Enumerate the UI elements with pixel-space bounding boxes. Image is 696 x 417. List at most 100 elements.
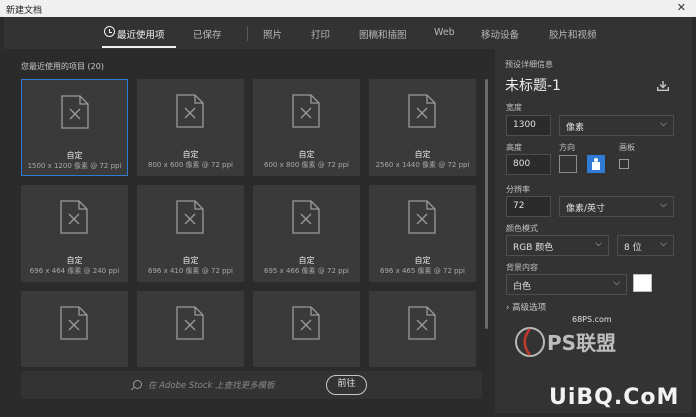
preset-card[interactable]: 自定 2560 x 1440 像素 @ 72 ppi [369,79,476,176]
go-button[interactable]: 前往 [326,375,367,395]
chevron-down-icon: ⌵ [660,119,667,129]
grid-scroll-thumb[interactable] [485,79,488,329]
color-mode-select[interactable]: RGB 颜色 ⌵ [506,235,609,256]
recent-heading: 您最近使用的项目 (20) [21,61,104,72]
document-icon [292,94,320,128]
document-icon [408,94,436,128]
preset-card-spec: 2560 x 1440 像素 @ 72 ppi [375,161,470,169]
width-label: 宽度 [506,103,522,112]
preset-card[interactable] [21,291,128,367]
save-preset-icon[interactable] [657,81,669,91]
preset-card-name: 自定 [66,151,83,160]
tab-print[interactable]: 打印 [311,27,330,41]
chevron-down-icon: ⌵ [660,200,667,210]
preset-heading: 预设详细信息 [505,60,553,69]
recent-items-panel: 您最近使用的项目 (20) 自定 1500 x 1200 像素 @ 72 ppi… [4,49,492,413]
preset-card[interactable]: 自定 696 x 465 像素 @ 72 ppi [369,185,476,282]
document-icon [176,94,204,128]
orientation-label: 方向 [559,143,575,152]
bit-depth-value: 8 位 [624,243,642,253]
recent-heading-label: 您最近使用的项目 [21,62,85,71]
preset-card-name: 自定 [182,150,199,159]
watermark-logo-icon [515,327,545,357]
bit-depth-select[interactable]: 8 位 ⌵ [617,235,674,256]
tab-art-illustration[interactable]: 图稿和插图 [359,27,407,41]
resolution-label: 分辨率 [506,185,530,194]
document-icon [292,200,320,234]
resolution-unit-select[interactable]: 像素/英寸 ⌵ [559,196,674,217]
resolution-input[interactable]: 72 [506,196,551,217]
document-icon [408,200,436,234]
preset-card-name: 自定 [414,256,431,265]
category-tabs: 最近使用项 已保存 照片 打印 图稿和插图 Web 移动设备 胶片和视频 [0,17,696,49]
chevron-down-icon: ⌵ [660,239,667,249]
window-title: 新建文档 [6,6,43,16]
landscape-orientation-button[interactable] [587,155,605,173]
tab-saved[interactable]: 已保存 [193,27,222,41]
document-icon [176,200,204,234]
resolution-unit-value: 像素/英寸 [566,204,606,214]
preset-card-spec: 695 x 466 像素 @ 72 ppi [264,267,349,275]
tab-recent[interactable]: 最近使用项 [117,27,165,41]
preset-card-spec: 1500 x 1200 像素 @ 72 ppi [27,162,122,170]
preset-card[interactable]: 自定 695 x 466 像素 @ 72 ppi [253,185,360,282]
recent-count: (20) [87,62,104,71]
width-unit-select[interactable]: 像素 ⌵ [559,115,674,136]
window-titlebar: 新建文档 ✕ [0,0,696,17]
color-mode-value: RGB 颜色 [513,243,554,253]
advanced-options-toggle[interactable]: › 高级选项 [506,301,546,313]
background-select[interactable]: 白色 ⌵ [506,274,627,295]
preset-card-spec: 600 x 800 像素 @ 72 ppi [264,161,349,169]
background-label: 背景内容 [506,263,538,272]
document-icon [176,306,204,340]
tab-web[interactable]: Web [434,27,455,38]
preset-card[interactable] [369,291,476,367]
document-icon [61,95,89,129]
width-unit-value: 像素 [566,123,585,133]
width-input[interactable]: 1300 [506,115,551,136]
stock-search-input[interactable]: 在 Adobe Stock 上查找更多模板 [148,379,275,391]
preset-card[interactable]: 自定 800 x 600 像素 @ 72 ppi [137,79,244,176]
preset-card-spec: 696 x 464 像素 @ 240 ppi [29,267,120,275]
height-label: 高度 [506,143,522,152]
preset-card-name: 自定 [414,150,431,159]
chevron-down-icon: ⌵ [595,239,602,249]
preset-card-name: 自定 [298,256,315,265]
background-value: 白色 [513,282,532,292]
preset-card-spec: 696 x 410 像素 @ 72 ppi [148,267,233,275]
stock-search-bar: 在 Adobe Stock 上查找更多模板 前往 [21,371,482,399]
preset-card[interactable] [137,291,244,367]
preset-card[interactable] [253,291,360,367]
height-input[interactable]: 800 [506,154,551,175]
preset-card[interactable]: 自定 1500 x 1200 像素 @ 72 ppi [21,79,128,176]
preset-details-panel: 预设详细信息 未标题-1 宽度 1300 像素 ⌵ 高度 800 方向 画板 分… [495,49,692,413]
watermark-brand: PS联盟 [547,331,617,355]
watermark-domain: UiBQ.CoM [549,385,680,410]
background-color-swatch[interactable] [633,274,652,292]
advanced-options-label: 高级选项 [512,303,547,313]
search-icon [133,380,142,389]
preset-card[interactable]: 自定 696 x 464 像素 @ 240 ppi [21,185,128,282]
tab-photo[interactable]: 照片 [263,27,282,41]
recent-grid: 自定 1500 x 1200 像素 @ 72 ppi 自定 800 x 600 … [4,79,492,367]
tab-divider [247,26,248,41]
document-icon [60,200,88,234]
clock-icon [104,26,115,37]
watermark-site: 68PS.com [572,315,612,324]
grid-scrollbar[interactable] [485,79,488,361]
document-icon [60,306,88,340]
chevron-right-icon: › [506,303,510,313]
preset-card-name: 自定 [182,256,199,265]
document-name-field[interactable]: 未标题-1 [505,75,561,95]
chevron-down-icon: ⌵ [613,278,620,288]
active-tab-indicator [102,46,176,48]
document-icon [292,306,320,340]
preset-card[interactable]: 自定 600 x 800 像素 @ 72 ppi [253,79,360,176]
tab-mobile[interactable]: 移动设备 [481,27,519,41]
close-icon[interactable]: ✕ [677,1,686,14]
artboard-checkbox[interactable] [619,159,629,169]
tab-film-video[interactable]: 胶片和视频 [549,27,597,41]
artboard-label: 画板 [619,143,635,152]
portrait-orientation-button[interactable] [559,155,577,173]
preset-card[interactable]: 自定 696 x 410 像素 @ 72 ppi [137,185,244,282]
